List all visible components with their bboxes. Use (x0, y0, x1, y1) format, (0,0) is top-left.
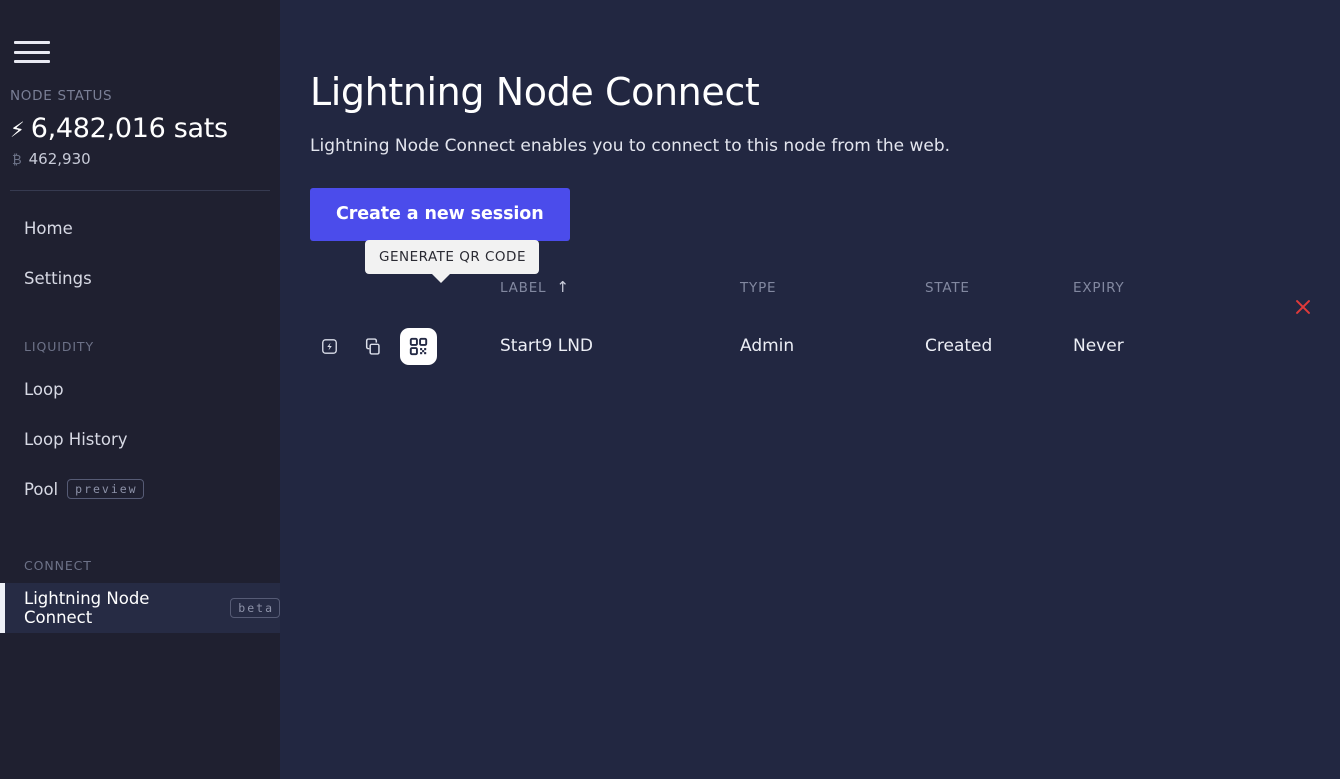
cell-label: Start9 LND (500, 336, 594, 357)
hamburger-bar (14, 50, 50, 54)
table-row: Start9 LND Admin Created Never (310, 299, 1320, 371)
sidebar-item-pool[interactable]: Pool preview (0, 464, 280, 514)
column-header-state[interactable]: STATE (925, 280, 1073, 296)
app-root: NODE STATUS ⚡ 6,482,016 sats ₿ 462,930 H… (0, 0, 1340, 779)
sidebar-item-label: Lightning Node Connect (24, 589, 150, 627)
main-content: Lightning Node Connect Lightning Node Co… (280, 0, 1340, 779)
column-header-label-text: LABEL (500, 279, 547, 296)
hamburger-bar (14, 41, 50, 44)
sidebar-item-loop-history[interactable]: Loop History (0, 414, 280, 464)
sidebar-item-label: Loop History (24, 429, 128, 449)
row-action-icons (310, 327, 500, 365)
cell-type: Admin (740, 336, 795, 357)
hamburger-bar (14, 60, 50, 63)
preview-badge: preview (67, 478, 144, 500)
sidebar-divider (10, 190, 270, 191)
sidebar-item-label: Home (24, 218, 73, 238)
node-status-label: NODE STATUS (10, 88, 113, 104)
column-header-type[interactable]: TYPE (740, 280, 925, 296)
delete-session-icon[interactable] (1288, 292, 1318, 322)
sidebar-section-connect: CONNECT (24, 558, 92, 573)
qr-code-icon[interactable] (400, 327, 437, 365)
sidebar-section-liquidity: LIQUIDITY (24, 339, 95, 354)
bitcoin-balance-value: 462,930 (28, 150, 91, 168)
table-header-row: LABEL ↑ TYPE STATE EXPIRY (310, 273, 1320, 303)
sidebar-item-home[interactable]: Home (0, 203, 280, 253)
sidebar-item-loop[interactable]: Loop (0, 364, 280, 414)
column-header-expiry[interactable]: EXPIRY (1073, 280, 1233, 296)
copy-icon[interactable] (361, 336, 382, 357)
sessions-table: GENERATE QR CODE LABEL ↑ TYPE STATE EXPI… (310, 239, 1320, 371)
cell-expiry: Never (1073, 336, 1124, 357)
hamburger-icon[interactable] (14, 38, 50, 66)
lightning-balance-value: 6,482,016 sats (30, 113, 228, 144)
sidebar-item-label: Loop (24, 379, 64, 399)
page-subtitle: Lightning Node Connect enables you to co… (310, 135, 951, 156)
sidebar-item-lightning-node-connect[interactable]: Lightning Node Connect beta (0, 583, 280, 633)
generate-qr-code-tooltip: GENERATE QR CODE (365, 239, 539, 283)
sidebar: NODE STATUS ⚡ 6,482,016 sats ₿ 462,930 H… (0, 0, 280, 779)
sidebar-item-settings[interactable]: Settings (0, 253, 280, 303)
bitcoin-balance: ₿ 462,930 (12, 150, 280, 168)
create-session-button[interactable]: Create a new session (310, 187, 570, 241)
sidebar-item-label: Settings (24, 268, 92, 288)
lightning-bolt-icon: ⚡ (10, 118, 25, 142)
beta-badge: beta (230, 597, 280, 619)
lightning-box-icon[interactable] (320, 337, 339, 356)
column-header-label[interactable]: LABEL ↑ (310, 280, 740, 296)
sidebar-item-label: Pool (24, 479, 59, 499)
cell-state: Created (925, 336, 993, 357)
bitcoin-icon: ₿ (12, 153, 22, 168)
page-title: Lightning Node Connect (310, 70, 760, 114)
sort-ascending-icon: ↑ (556, 278, 570, 297)
lightning-balance: ⚡ 6,482,016 sats (10, 113, 280, 144)
